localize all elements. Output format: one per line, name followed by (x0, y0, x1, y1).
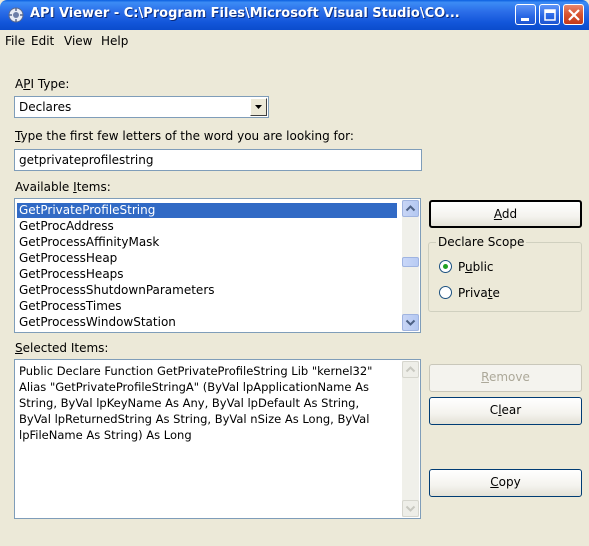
close-icon (568, 9, 580, 21)
declare-scope-group: Declare Scope Public Private (428, 235, 582, 312)
chevron-up-icon (405, 205, 416, 212)
scroll-down-button[interactable] (402, 314, 419, 331)
scope-public-label: Public (458, 260, 494, 274)
add-button[interactable]: Add (429, 200, 582, 228)
remove-button[interactable]: Remove (429, 364, 582, 392)
scope-private-label: Private (458, 286, 500, 300)
list-item[interactable]: GetProcessWindowStation (17, 315, 397, 330)
scroll-down-button[interactable] (402, 500, 419, 517)
selected-items-box[interactable]: Public Declare Function GetPrivateProfil… (14, 359, 421, 519)
api-type-select[interactable]: Declares (14, 96, 269, 118)
list-item[interactable]: GetPrivateProfileString (17, 203, 397, 218)
api-type-label: API Type: (15, 77, 70, 91)
radio-button-public[interactable] (439, 260, 452, 273)
chevron-down-icon (405, 505, 416, 512)
menu-help[interactable]: Help (101, 33, 128, 49)
chevron-down-icon (255, 105, 262, 109)
scroll-thumb[interactable] (402, 257, 419, 267)
minimize-button[interactable] (515, 4, 536, 25)
list-item[interactable]: GetProcessTimes (17, 299, 397, 314)
available-items-scrollbar[interactable] (402, 200, 419, 331)
api-type-dropdown-button[interactable] (250, 98, 267, 116)
declare-scope-legend: Declare Scope (436, 235, 527, 249)
scroll-up-button[interactable] (402, 200, 419, 217)
scope-public-radio[interactable]: Public (439, 259, 559, 275)
search-input[interactable] (14, 149, 422, 171)
selected-items-label: Selected Items: (15, 341, 109, 355)
scope-private-radio[interactable]: Private (439, 285, 559, 301)
radio-selected-dot (443, 264, 448, 269)
list-item[interactable]: GetProcessAffinityMask (17, 235, 397, 250)
maximize-button[interactable] (539, 4, 560, 25)
list-item[interactable]: GetProcAddress (17, 219, 397, 234)
search-label: Type the first few letters of the word y… (15, 129, 354, 143)
menu-file[interactable]: File (5, 33, 25, 49)
api-viewer-window: API Viewer - C:\Program Files\Microsoft … (0, 0, 589, 546)
api-viewer-icon (8, 7, 24, 23)
menu-edit[interactable]: Edit (31, 33, 54, 49)
maximize-icon (544, 9, 556, 21)
available-items-label: Available Items: (15, 180, 111, 194)
menu-bar: File Edit View Help (0, 30, 589, 50)
menu-view[interactable]: View (64, 33, 92, 49)
selected-items-text[interactable]: Public Declare Function GetPrivateProfil… (19, 363, 397, 443)
list-item[interactable]: GetProcessHeaps (17, 267, 397, 282)
selected-items-scrollbar[interactable] (402, 361, 419, 517)
chevron-up-icon (405, 366, 416, 373)
clear-button[interactable]: Clear (429, 397, 582, 425)
available-items-list[interactable]: GetPrivateProfileString GetProcAddress G… (14, 198, 421, 333)
list-item[interactable]: GetProcessHeap (17, 251, 397, 266)
copy-button[interactable]: Copy (429, 469, 582, 497)
minimize-icon (521, 18, 529, 21)
window-title: API Viewer - C:\Program Files\Microsoft … (30, 6, 460, 21)
api-type-value: Declares (19, 100, 72, 114)
title-bar[interactable]: API Viewer - C:\Program Files\Microsoft … (0, 0, 589, 30)
chevron-down-icon (405, 319, 416, 326)
scroll-up-button[interactable] (402, 361, 419, 378)
radio-button-private[interactable] (439, 286, 452, 299)
list-item[interactable]: GetProcessShutdownParameters (17, 283, 397, 298)
close-button[interactable] (563, 4, 584, 25)
